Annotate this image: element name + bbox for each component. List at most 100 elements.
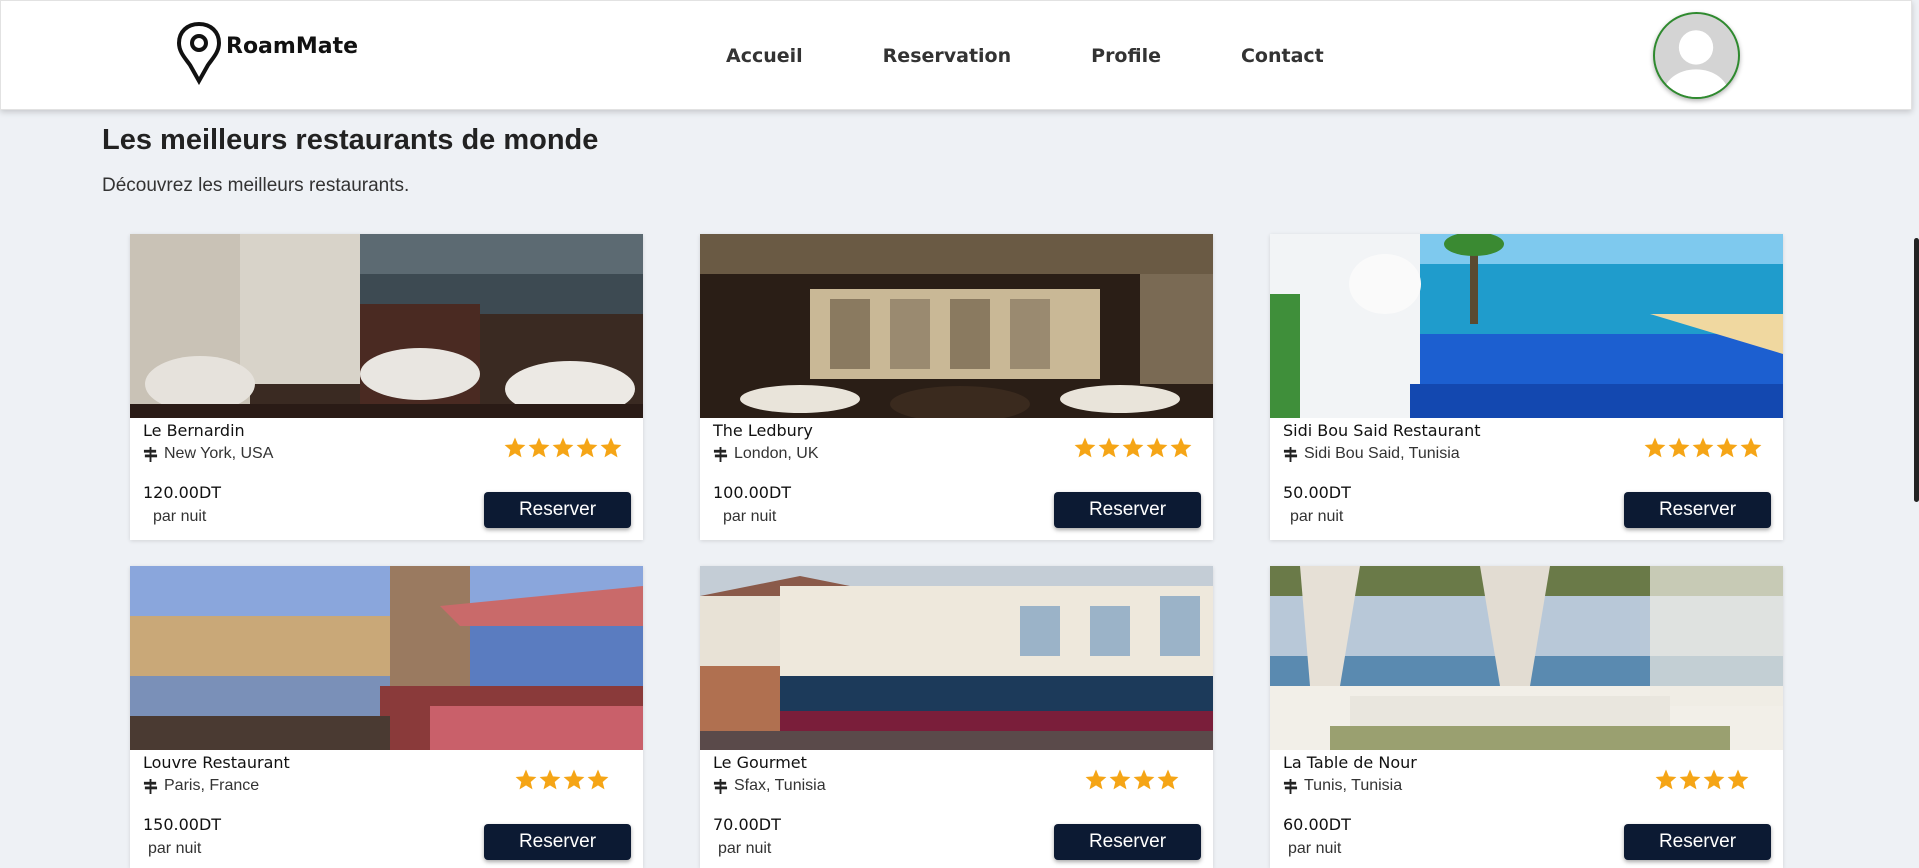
star-icon bbox=[1170, 437, 1192, 458]
star-icon bbox=[1740, 437, 1762, 458]
rating-stars bbox=[514, 768, 610, 792]
location-text: New York, USA bbox=[164, 445, 274, 462]
star-icon bbox=[1727, 769, 1749, 790]
rating-stars bbox=[503, 436, 623, 460]
restaurant-name: Le Gourmet bbox=[713, 753, 807, 772]
star-icon bbox=[1146, 437, 1168, 458]
location-text: Sfax, Tunisia bbox=[734, 777, 826, 794]
signpost-icon bbox=[143, 446, 158, 462]
price-unit: par nuit bbox=[153, 508, 207, 525]
nav-contact[interactable]: Contact bbox=[1241, 45, 1324, 67]
rating-stars bbox=[1073, 436, 1193, 460]
restaurant-image bbox=[130, 566, 643, 750]
nav-links: Accueil Reservation Profile Contact bbox=[726, 45, 1404, 67]
reserve-button[interactable]: Reserver bbox=[1624, 824, 1771, 860]
star-icon bbox=[1703, 769, 1725, 790]
reserve-button[interactable]: Reserver bbox=[1624, 492, 1771, 528]
star-icon bbox=[552, 437, 574, 458]
signpost-icon bbox=[143, 778, 158, 794]
signpost-icon bbox=[713, 446, 728, 462]
signpost-icon bbox=[1283, 778, 1298, 794]
restaurant-price: 150.00DT bbox=[143, 815, 222, 834]
star-icon bbox=[1716, 437, 1738, 458]
restaurant-location: Sidi Bou Said, Tunisia bbox=[1283, 445, 1460, 463]
signpost-icon bbox=[713, 778, 728, 794]
restaurant-price: 60.00DT bbox=[1283, 815, 1351, 834]
location-text: Sidi Bou Said, Tunisia bbox=[1304, 445, 1460, 462]
price-unit: par nuit bbox=[723, 508, 777, 525]
restaurant-card: Louvre Restaurant Paris, France 150.00DT… bbox=[130, 566, 643, 868]
star-icon bbox=[1644, 437, 1666, 458]
restaurant-price: 100.00DT bbox=[713, 483, 792, 502]
rating-stars bbox=[1084, 768, 1180, 792]
signpost-icon bbox=[1283, 446, 1298, 462]
user-avatar[interactable] bbox=[1653, 12, 1740, 99]
star-icon bbox=[1122, 437, 1144, 458]
star-icon bbox=[504, 437, 526, 458]
restaurant-image bbox=[700, 234, 1213, 418]
nav-accueil[interactable]: Accueil bbox=[726, 45, 803, 67]
price-unit: par nuit bbox=[1288, 840, 1342, 857]
rating-stars bbox=[1643, 436, 1763, 460]
map-pin-icon bbox=[176, 21, 222, 85]
page-title: Les meilleurs restaurants de monde bbox=[102, 124, 599, 156]
price-unit: par nuit bbox=[718, 840, 772, 857]
reserve-button[interactable]: Reserver bbox=[1054, 492, 1201, 528]
star-icon bbox=[1133, 769, 1155, 790]
restaurant-card: The Ledbury London, UK 100.00DT par nuit… bbox=[700, 234, 1213, 540]
star-icon bbox=[1109, 769, 1131, 790]
location-text: Tunis, Tunisia bbox=[1304, 777, 1403, 794]
reserve-button[interactable]: Reserver bbox=[484, 492, 631, 528]
restaurant-name: La Table de Nour bbox=[1283, 753, 1417, 772]
restaurant-name: Le Bernardin bbox=[143, 421, 245, 440]
star-icon bbox=[1692, 437, 1714, 458]
star-icon bbox=[1157, 769, 1179, 790]
star-icon bbox=[1074, 437, 1096, 458]
star-icon bbox=[515, 769, 537, 790]
restaurant-location: London, UK bbox=[713, 445, 819, 463]
restaurant-card: Le Gourmet Sfax, Tunisia 70.00DT par nui… bbox=[700, 566, 1213, 868]
page-subtitle: Découvrez les meilleurs restaurants. bbox=[102, 175, 410, 196]
navbar: RoamMate Accueil Reservation Profile Con… bbox=[0, 0, 1912, 110]
brand-name: RoamMate bbox=[226, 33, 358, 59]
restaurant-image bbox=[1270, 566, 1783, 750]
price-unit: par nuit bbox=[1290, 508, 1344, 525]
restaurant-card: La Table de Nour Tunis, Tunisia 60.00DT … bbox=[1270, 566, 1783, 868]
star-icon bbox=[528, 437, 550, 458]
location-text: London, UK bbox=[734, 445, 819, 462]
star-icon bbox=[1679, 769, 1701, 790]
price-unit: par nuit bbox=[148, 840, 202, 857]
star-icon bbox=[539, 769, 561, 790]
brand-logo[interactable]: RoamMate bbox=[176, 21, 358, 85]
restaurant-price: 120.00DT bbox=[143, 483, 222, 502]
restaurant-card: Sidi Bou Said Restaurant Sidi Bou Said, … bbox=[1270, 234, 1783, 540]
page-scrollbar[interactable] bbox=[1914, 238, 1919, 502]
star-icon bbox=[587, 769, 609, 790]
star-icon bbox=[1655, 769, 1677, 790]
nav-profile[interactable]: Profile bbox=[1091, 45, 1161, 67]
star-icon bbox=[1085, 769, 1107, 790]
reserve-button[interactable]: Reserver bbox=[1054, 824, 1201, 860]
restaurant-location: Paris, France bbox=[143, 777, 259, 795]
restaurant-price: 50.00DT bbox=[1283, 483, 1351, 502]
nav-reservation[interactable]: Reservation bbox=[883, 45, 1011, 67]
rating-stars bbox=[1654, 768, 1750, 792]
restaurant-name: The Ledbury bbox=[713, 421, 813, 440]
restaurant-name: Sidi Bou Said Restaurant bbox=[1283, 421, 1481, 440]
restaurant-price: 70.00DT bbox=[713, 815, 781, 834]
star-icon bbox=[576, 437, 598, 458]
restaurant-image bbox=[1270, 234, 1783, 418]
restaurant-image bbox=[700, 566, 1213, 750]
restaurant-image bbox=[130, 234, 643, 418]
star-icon bbox=[1668, 437, 1690, 458]
restaurant-card: Le Bernardin New York, USA 120.00DT par … bbox=[130, 234, 643, 540]
reserve-button[interactable]: Reserver bbox=[484, 824, 631, 860]
star-icon bbox=[600, 437, 622, 458]
star-icon bbox=[1098, 437, 1120, 458]
star-icon bbox=[563, 769, 585, 790]
restaurant-location: Sfax, Tunisia bbox=[713, 777, 826, 795]
location-text: Paris, France bbox=[164, 777, 260, 794]
restaurant-location: Tunis, Tunisia bbox=[1283, 777, 1402, 795]
user-icon bbox=[1663, 30, 1729, 97]
restaurant-location: New York, USA bbox=[143, 445, 273, 463]
